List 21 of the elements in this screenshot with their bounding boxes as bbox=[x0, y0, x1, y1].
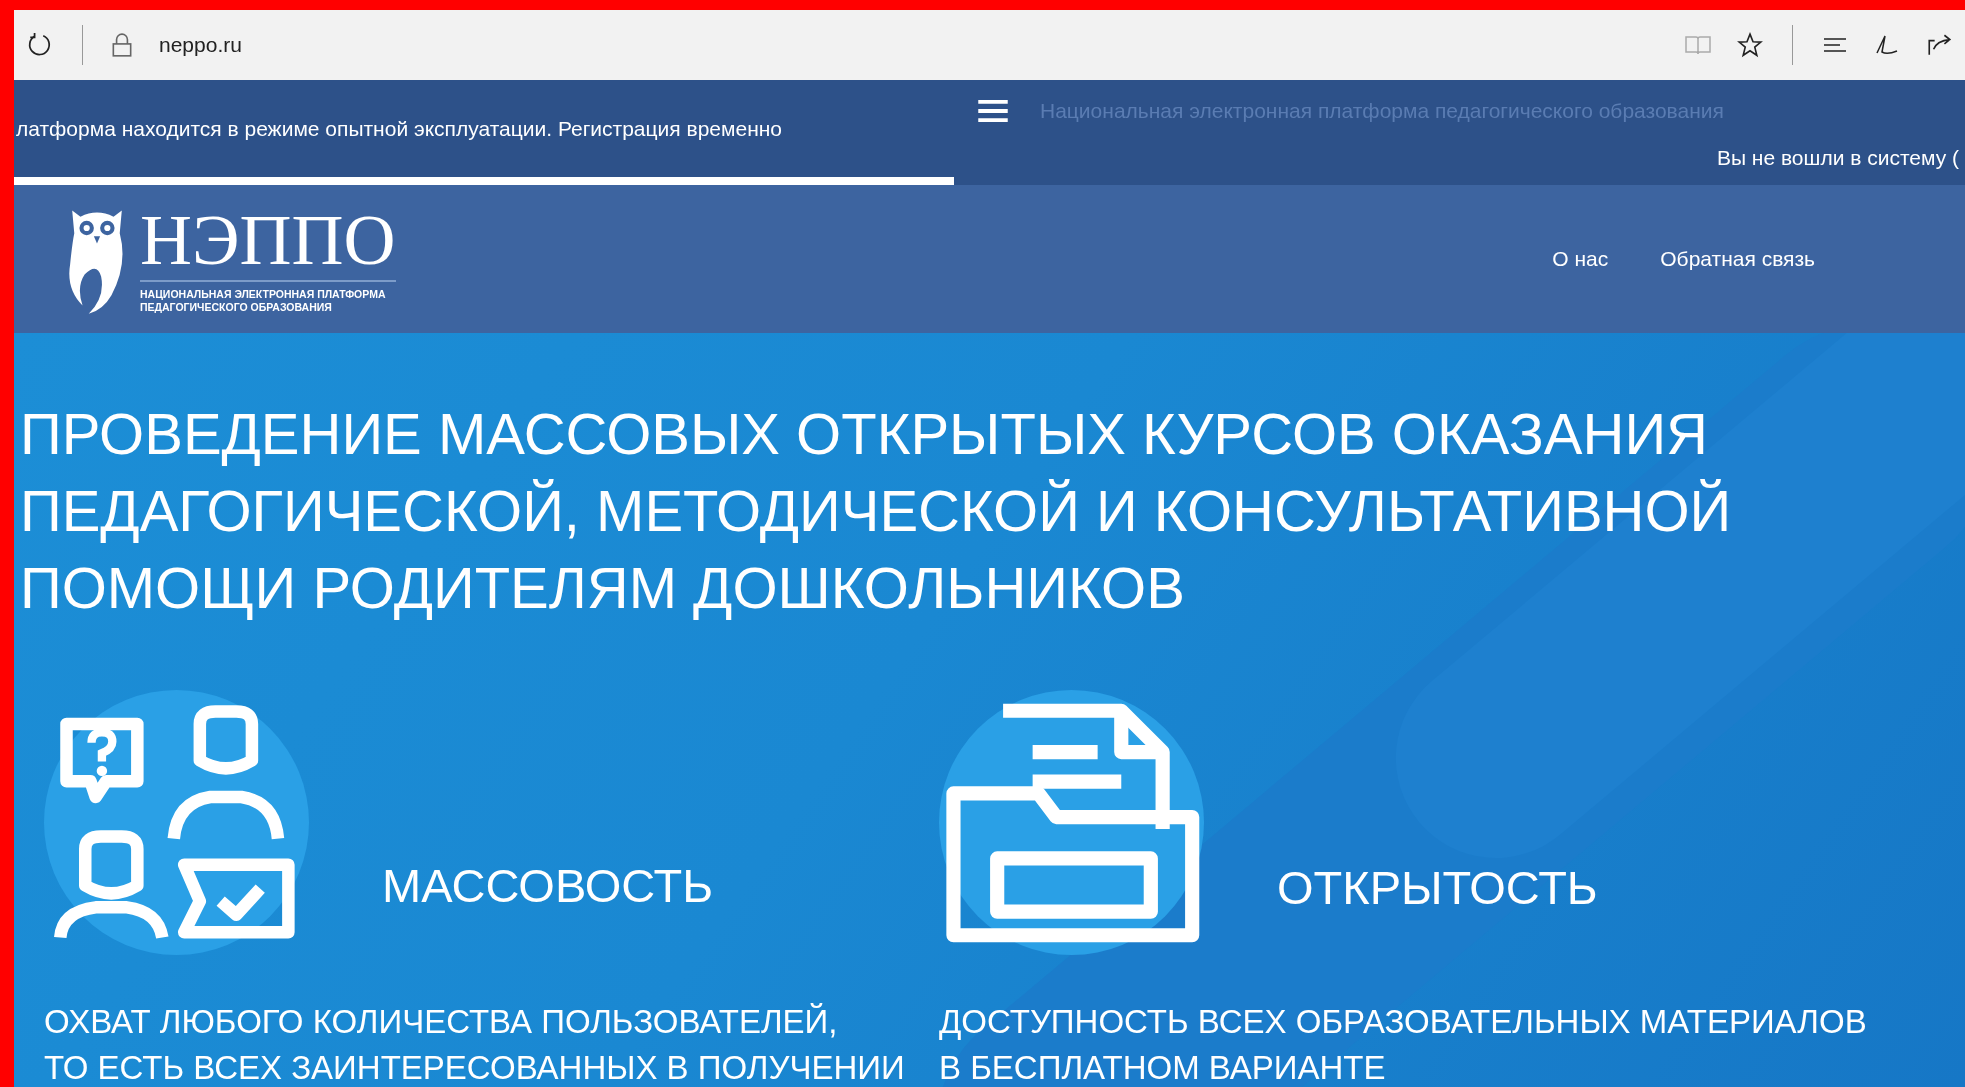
feature-description: ТО ЕСТЬ ВСЕХ ЗАИНТЕРЕСОВАННЫХ В ПОЛУЧЕНИИ bbox=[44, 1048, 906, 1087]
logo-title[interactable]: НЭППО bbox=[140, 204, 396, 276]
address-field[interactable]: neppo.ru bbox=[159, 29, 242, 61]
notice-text: латформа находится в режиме опытной эксплуатации. Регистрация временно bbox=[15, 116, 783, 141]
hero-heading: ПРОВЕДЕНИЕ МАССОВЫХ ОТКРЫТЫХ КУРСОВ ОКАЗАНИЯ bbox=[20, 400, 1709, 468]
menu-icon[interactable] bbox=[976, 97, 1010, 125]
hero-heading: ПЕДАГОГИЧЕСКОЙ, МЕТОДИЧЕСКОЙ И КОНСУЛЬТАТИВНОЙ bbox=[20, 477, 1733, 545]
nav-link[interactable]: Обратная связь bbox=[1660, 247, 1815, 271]
login-status: Вы не вошли в систему ( bbox=[1715, 145, 1959, 170]
favorite-star-icon[interactable] bbox=[1736, 32, 1764, 58]
logo-subtitle: НАЦИОНАЛЬНАЯ ЭЛЕКТРОННАЯ ПЛАТФОРМА bbox=[140, 288, 387, 301]
feature-title: МАССОВОСТЬ bbox=[382, 858, 714, 913]
nav-link[interactable]: О нас bbox=[1552, 247, 1609, 271]
logo-subtitle: ПЕДАГОГИЧЕСКОГО ОБРАЗОВАНИЯ bbox=[140, 301, 333, 314]
lock-icon bbox=[111, 32, 133, 58]
feature-title: ОТКРЫТОСТЬ bbox=[1277, 860, 1598, 915]
hero-heading: ПОМОЩИ РОДИТЕЛЯМ ДОШКОЛЬНИКОВ bbox=[20, 554, 1186, 622]
feature-description: В БЕСПЛАТНОМ ВАРИАНТЕ bbox=[939, 1048, 1387, 1087]
share-icon[interactable] bbox=[1925, 32, 1953, 58]
feature-description: ОХВАТ ЛЮБОГО КОЛИЧЕСТВА ПОЛЬЗОВАТЕЛЕЙ, bbox=[44, 1002, 839, 1042]
feature-description: ДОСТУПНОСТЬ ВСЕХ ОБРАЗОВАТЕЛЬНЫХ МАТЕРИАЛОВ bbox=[939, 1002, 1867, 1042]
